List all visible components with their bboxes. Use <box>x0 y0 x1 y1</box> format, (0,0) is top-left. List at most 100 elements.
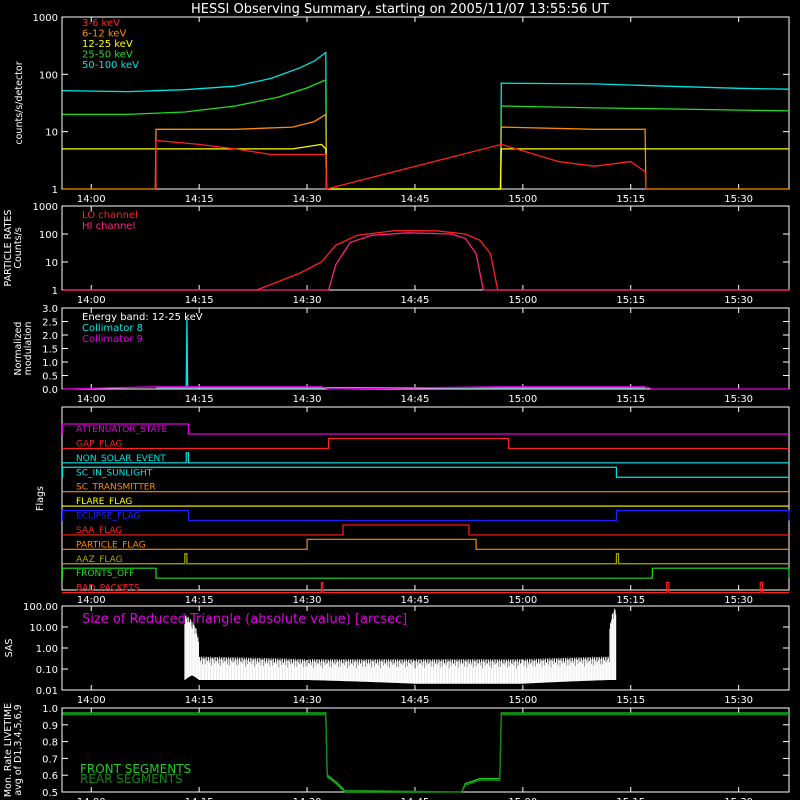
flag-trace-aaz-flag <box>62 553 789 565</box>
livetime-panel-y-tick-label: 0.8 <box>42 738 58 749</box>
sas-panel-x-tick-label: 15:30 <box>724 695 753 706</box>
sas-panel-y-tick-label: 10.00 <box>29 623 58 634</box>
particle-panel-y-label: Counts/s <box>13 227 24 268</box>
modulation-panel-x-tick-label: 15:00 <box>508 394 537 405</box>
livetime-legend-entry: REAR SEGMENTS <box>80 772 183 786</box>
counts-panel-x-tick-label: 14:15 <box>185 194 214 205</box>
counts-panel-y-tick-label: 1 <box>52 185 58 196</box>
flag-trace-saa-flag <box>62 524 789 536</box>
modulation-panel-x-tick-label: 15:15 <box>616 394 645 405</box>
flags-panel-x-tick-label: 15:30 <box>724 595 753 606</box>
counts-panel-x-tick-label: 14:30 <box>293 194 322 205</box>
flag-label: SC_IN_SUNLIGHT <box>76 468 153 478</box>
flag-trace-gap-flag <box>62 437 789 450</box>
sas-panel-y-tick-label: 1.00 <box>36 644 58 655</box>
flag-trace-eclipse-flag <box>61 509 790 522</box>
flag-label: ATTENUATOR_STATE <box>76 425 168 435</box>
counts-panel-x-tick-label: 15:30 <box>724 194 753 205</box>
particle-panel-x-tick-label: 14:30 <box>293 295 322 306</box>
flag-trace-fronts-off <box>61 567 790 579</box>
flag-label: GAP_FLAG <box>76 439 122 449</box>
modulation-panel-x-tick-label: 14:45 <box>401 394 430 405</box>
counts-series-12-25-kev <box>62 143 789 190</box>
livetime-panel-y-tick-label: 0.7 <box>42 754 58 765</box>
particle-series-lo <box>62 230 789 291</box>
figure-title: HESSI Observing Summary, starting on 200… <box>191 2 609 17</box>
modulation-panel-y-tick-label: 1.5 <box>42 345 58 356</box>
counts-panel-x-tick-label: 15:15 <box>616 194 645 205</box>
livetime-panel-y-tick-label: 1.0 <box>42 704 58 715</box>
flags-panel-x-tick-label: 14:30 <box>293 595 322 606</box>
flag-trace-sc-in-sunlight <box>61 466 789 478</box>
flag-trace-bad-packets <box>62 581 789 594</box>
sas-panel-x-tick-label: 14:30 <box>293 695 322 706</box>
flag-label: FLARE_FLAG <box>76 497 132 507</box>
flag-label: AAZ_FLAG <box>76 555 123 565</box>
sas-legend-entry: Size of Reduced Triangle (absolute value… <box>82 612 407 627</box>
modulation-panel-y-tick-label: 3.0 <box>42 304 58 315</box>
flag-trace-particle-flag <box>62 538 789 550</box>
sas-panel-x-tick-label: 15:15 <box>616 695 645 706</box>
modulation-panel-y-tick-label: 0.0 <box>42 385 58 396</box>
particle-panel-x-tick-label: 15:30 <box>724 295 753 306</box>
counts-series-3-6-kev <box>155 139 647 190</box>
flags-panel-y-label: Flags <box>35 486 46 511</box>
modulation-legend-entry: Collimator 8 <box>82 323 143 334</box>
modulation-legend-entry: Energy band: 12-25 keV <box>82 312 203 323</box>
flag-label: BAD_PACKETS <box>76 584 140 594</box>
particle-panel-y-tick-label: 1000 <box>33 202 58 213</box>
flags-panel-x-tick-label: 14:15 <box>185 595 214 606</box>
livetime-panel-y-tick-label: 0.6 <box>42 771 58 782</box>
livetime-panel-y-tick-label: 0.9 <box>42 721 58 732</box>
flag-label: PARTICLE_FLAG <box>76 540 146 550</box>
counts-panel-y-tick-label: 1000 <box>33 13 58 24</box>
modulation-panel-y-tick-label: 0.5 <box>42 372 58 383</box>
particle-series-hi <box>62 232 789 291</box>
modulation-panel-y-tick-label: 2.0 <box>42 331 58 342</box>
modulation-panel-x-tick-label: 14:30 <box>293 394 322 405</box>
sas-panel-y-tick-label: 0.01 <box>36 686 58 697</box>
counts-panel-x-tick-label: 15:00 <box>508 194 537 205</box>
sas-panel-y-label: SAS <box>4 639 15 658</box>
flag-label: FRONTS_OFF <box>76 569 134 579</box>
counts-panel-x-tick-label: 14:00 <box>77 194 106 205</box>
modulation-legend-entry: Collimator 9 <box>82 334 143 345</box>
particle-panel-frame <box>61 205 790 291</box>
flag-trace-non-solar-event <box>62 452 789 464</box>
sas-panel-y-tick-label: 100.00 <box>23 602 58 613</box>
particle-panel-x-tick-label: 15:15 <box>616 295 645 306</box>
particle-panel-y-tick-label: 100 <box>39 230 58 241</box>
modulation-series-collimator-8 <box>156 318 646 389</box>
counts-panel-y-label: counts/s/detector <box>14 61 25 144</box>
counts-series-6-12-kev <box>62 113 789 190</box>
counts-series-50-100-kev <box>62 51 790 190</box>
sas-panel-x-tick-label: 14:15 <box>185 695 214 706</box>
modulation-panel-x-tick-label: 14:15 <box>185 394 214 405</box>
modulation-panel-y-tick-label: 2.5 <box>42 318 58 329</box>
counts-panel-y-tick-label: 100 <box>39 70 58 81</box>
particle-panel-x-tick-label: 14:15 <box>185 295 214 306</box>
sas-panel-x-tick-label: 15:00 <box>508 695 537 706</box>
modulation-panel-x-tick-label: 15:30 <box>724 394 753 405</box>
particle-panel-y-tick-label: 1 <box>52 286 58 297</box>
counts-panel-y-tick-label: 10 <box>45 128 58 139</box>
counts-legend-entry: 3-6 keV <box>82 18 120 29</box>
flags-panel-x-tick-label: 15:00 <box>508 595 537 606</box>
modulation-panel-y-label: modulation <box>23 322 34 376</box>
flag-label: NON_SOLAR_EVENT <box>76 454 166 464</box>
sas-panel-y-tick-label: 0.10 <box>36 665 58 676</box>
counts-series-25-50-kev <box>62 78 790 190</box>
sas-panel-x-tick-label: 14:45 <box>401 695 430 706</box>
flag-label: SC_TRANSMITTER <box>76 483 156 493</box>
particle-legend-entry: LO channel <box>82 210 138 221</box>
counts-legend-entry: 50-100 keV <box>82 60 139 71</box>
flag-label: ECLIPSE_FLAG <box>76 512 140 522</box>
summary-plots: HESSI Observing Summary, starting on 200… <box>3 2 790 800</box>
observing-summary-figure: HESSI Observing Summary, starting on 200… <box>0 0 800 800</box>
modulation-panel-y-tick-label: 1.0 <box>42 358 58 369</box>
livetime-panel-y-label: avg of D1,3,4,5,6,9 <box>13 704 24 795</box>
flag-trace-attenuator-state <box>61 423 789 435</box>
particle-panel-x-tick-label: 14:45 <box>401 295 430 306</box>
counts-panel-x-tick-label: 14:45 <box>401 194 430 205</box>
flag-label: SAA_FLAG <box>76 526 122 536</box>
